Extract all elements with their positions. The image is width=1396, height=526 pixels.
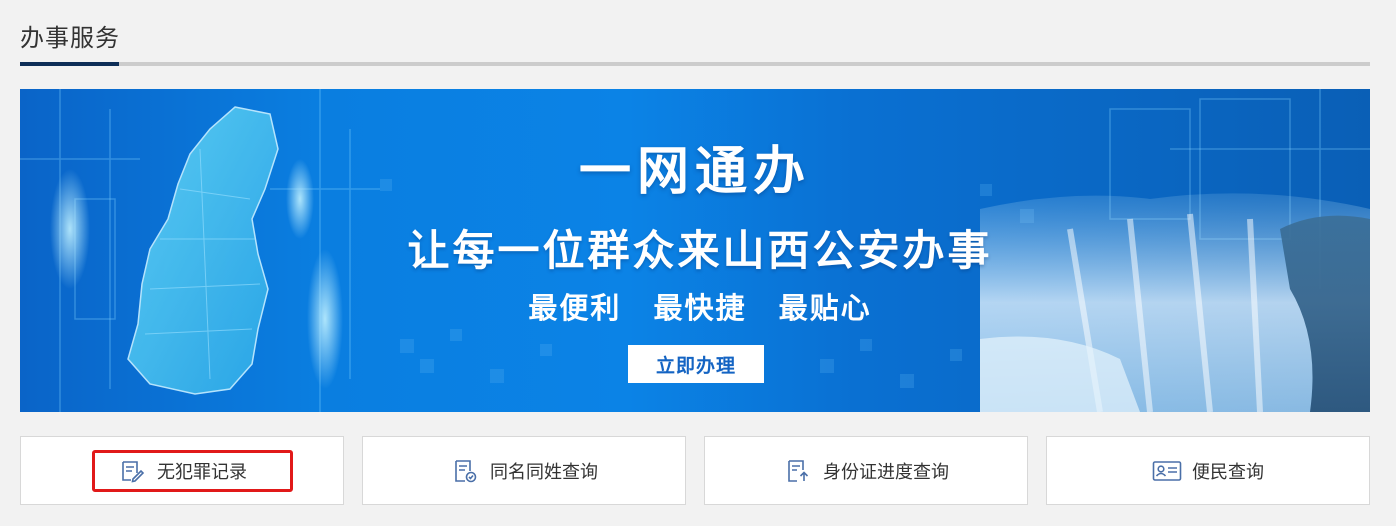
banner-title: 一网通办: [578, 142, 811, 202]
service-links: 无犯罪记录 同名同姓查询 身份证进度查询 便民查询: [20, 436, 1370, 505]
title-divider: [20, 62, 1370, 66]
service-label: 便民查询: [1192, 461, 1264, 483]
document-edit-icon: [117, 458, 147, 484]
title-divider-accent: [20, 62, 119, 66]
service-same-name-query[interactable]: 同名同姓查询: [362, 436, 686, 505]
promo-banner[interactable]: 一网通办 让每一位群众来山西公安办事 最便利 最快捷 最贴心 立即办理: [20, 89, 1370, 412]
service-label: 同名同姓查询: [490, 461, 598, 483]
banner-tagline: 最便利 最快捷 最贴心: [528, 291, 872, 325]
service-no-criminal-record[interactable]: 无犯罪记录: [20, 436, 344, 505]
document-upload-icon: [783, 458, 813, 484]
section-title: 办事服务: [20, 24, 120, 52]
id-card-icon: [1152, 458, 1182, 484]
service-id-card-progress[interactable]: 身份证进度查询: [704, 436, 1028, 505]
apply-now-button[interactable]: 立即办理: [628, 345, 764, 383]
service-label: 身份证进度查询: [823, 461, 949, 483]
banner-subtitle: 让每一位群众来山西公安办事: [407, 226, 993, 275]
service-label: 无犯罪记录: [157, 461, 247, 483]
service-public-query[interactable]: 便民查询: [1046, 436, 1370, 505]
document-check-icon: [450, 458, 480, 484]
